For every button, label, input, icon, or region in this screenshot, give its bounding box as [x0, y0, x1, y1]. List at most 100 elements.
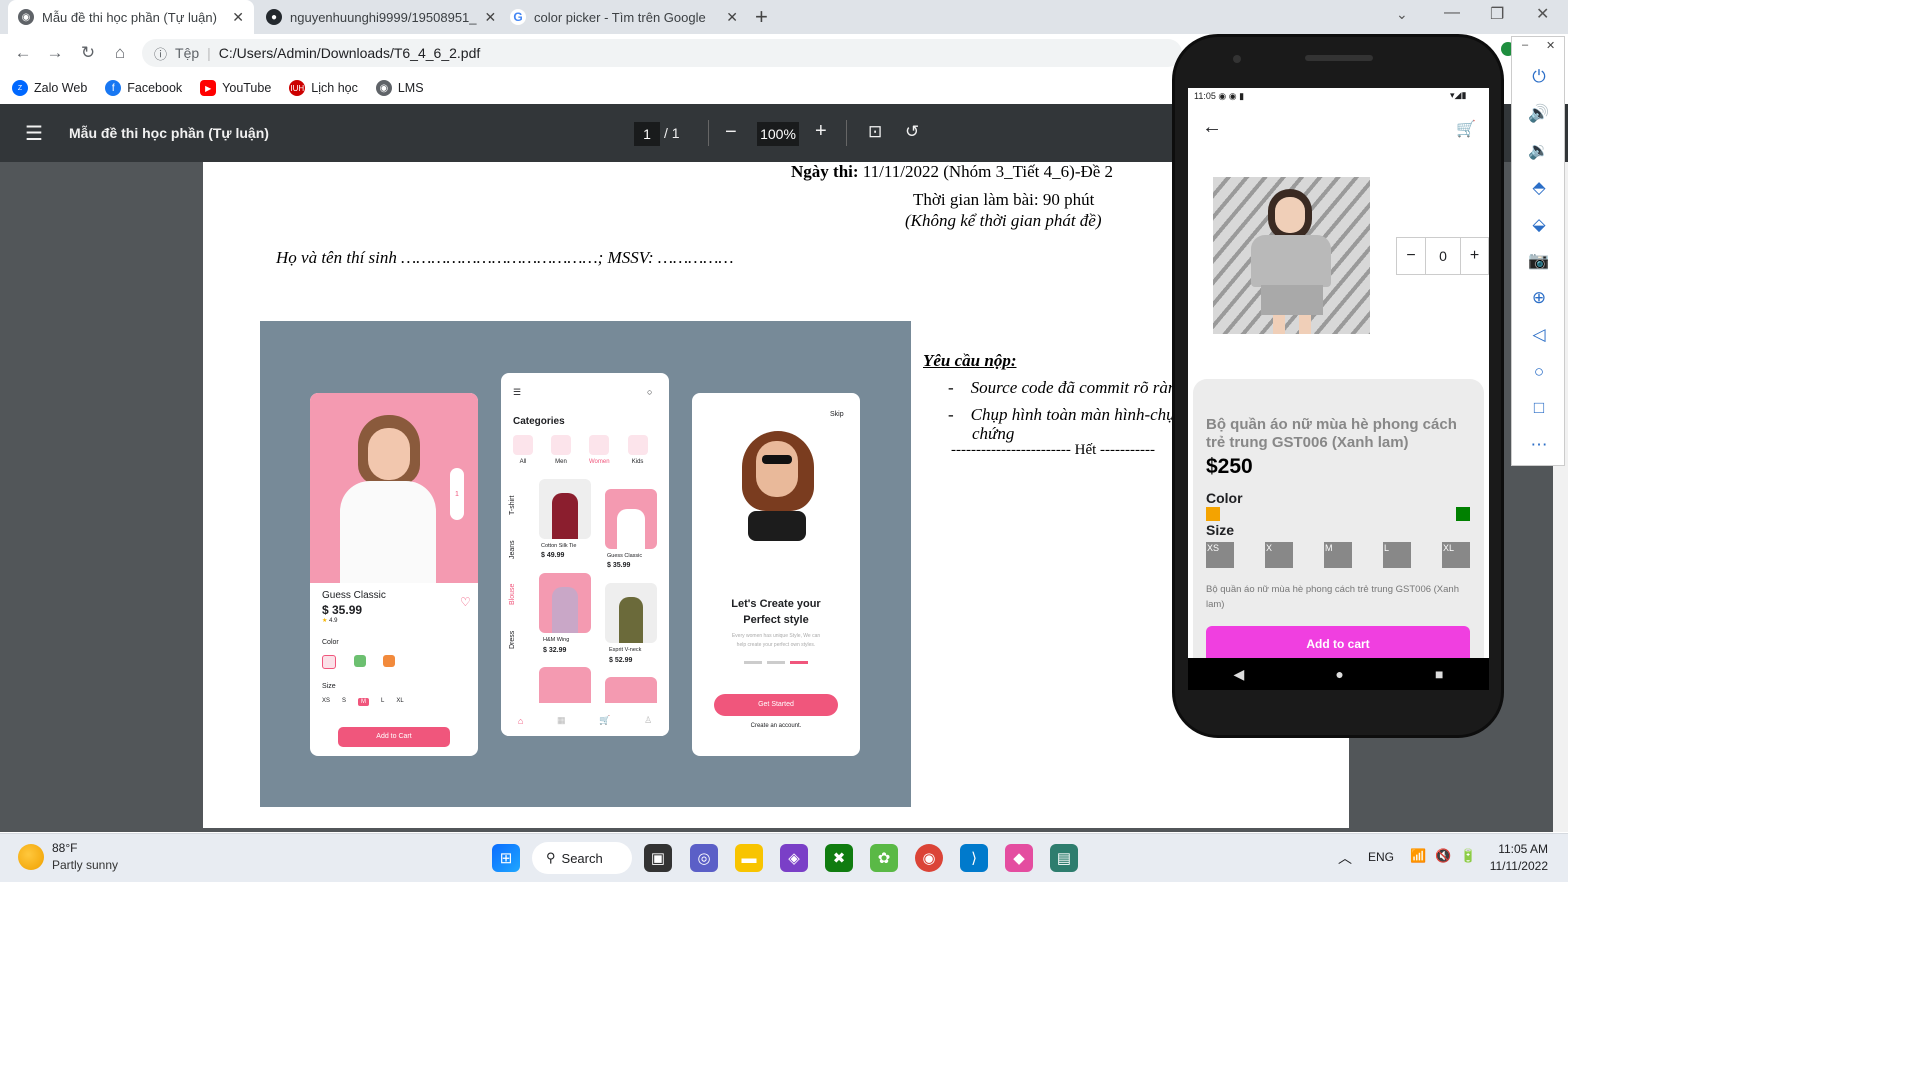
requirement-2-cont: chứng [972, 424, 1015, 443]
overview-icon[interactable]: □ [1512, 398, 1566, 418]
android-studio-icon[interactable]: ▤ [1050, 844, 1078, 872]
nav-recents-icon[interactable]: ■ [1435, 666, 1443, 682]
window-close-button[interactable]: ✕ [1536, 4, 1549, 24]
mock-subtitle: Every women has unique Style, We can [731, 633, 821, 639]
address-bar[interactable]: ⓘ Tệp | C:/Users/Admin/Downloads/T6_4_6_… [142, 39, 1182, 67]
vscode-icon[interactable]: ⟩ [960, 844, 988, 872]
volume-up-icon[interactable]: 🔊 [1512, 104, 1566, 124]
qty-input[interactable]: 0 [1425, 238, 1461, 274]
bookmark-lichhoc[interactable]: IUH Lịch học [289, 80, 358, 96]
rotate-icon[interactable]: ↺ [905, 122, 919, 142]
back-icon[interactable]: ◁ [1512, 325, 1566, 345]
close-icon[interactable]: ✕ [1546, 39, 1555, 52]
home-icon[interactable]: ○ [1512, 362, 1566, 382]
mock-rating: ★ 4.9 [322, 618, 338, 624]
size-m[interactable]: M [1324, 542, 1352, 568]
fit-page-icon[interactable]: ⊡ [868, 122, 882, 142]
zoom-input[interactable]: 100% [757, 122, 799, 146]
menu-icon[interactable]: ☰ [25, 121, 43, 146]
battery-icon[interactable]: 🔋 [1460, 848, 1476, 864]
weather-icon[interactable] [18, 844, 44, 870]
bookmark-label: LMS [397, 81, 424, 95]
mock-get-started: Get Started [714, 694, 838, 716]
speaker [1305, 55, 1373, 61]
clock-time[interactable]: 11:05 AM [1496, 842, 1548, 856]
volume-icon[interactable]: 🔇 [1435, 848, 1451, 864]
mock-side-tab: Blouse [509, 583, 516, 605]
minimize-icon[interactable]: – [1522, 39, 1528, 51]
mock-size-row: XS S M L XL [322, 698, 404, 706]
power-icon[interactable]: ⏻ [1512, 67, 1566, 87]
swatch-green [354, 655, 366, 667]
swatch-green[interactable] [1456, 507, 1470, 521]
back-arrow-icon[interactable]: ← [1202, 116, 1222, 139]
mock-search-icon: ○ [647, 387, 653, 397]
mock-product-name: Guess Classic [322, 590, 386, 601]
xbox-icon[interactable]: ✖ [825, 844, 853, 872]
size-xs[interactable]: XS [1206, 542, 1234, 568]
divider [708, 120, 709, 146]
more-icon[interactable]: ⋯ [1512, 435, 1566, 455]
zoom-icon[interactable]: ⊕ [1512, 288, 1566, 308]
mock-item-price: $ 52.99 [609, 657, 633, 664]
bookmark-lms[interactable]: ◉ LMS [375, 80, 424, 96]
rotate-left-icon[interactable]: ⬘ [1512, 178, 1566, 198]
tab-search-icon[interactable]: ⌄ [1396, 6, 1408, 23]
close-icon[interactable]: ✕ [485, 9, 497, 26]
iuh-icon: IUH [289, 80, 306, 96]
cart-icon[interactable]: 🛒 [1456, 119, 1476, 139]
weather-temp[interactable]: 88°F [52, 841, 77, 855]
forward-icon[interactable]: → [44, 42, 66, 64]
product-title: Bộ quần áo nữ mùa hè phong cách trẻ trun… [1206, 416, 1457, 451]
clock-date[interactable]: 11/11/2022 [1488, 859, 1548, 873]
close-icon[interactable]: ✕ [726, 9, 738, 26]
home-icon[interactable]: ⌂ [109, 42, 131, 64]
chrome-icon[interactable]: ◉ [915, 844, 943, 872]
zoom-out-icon[interactable]: − [725, 121, 737, 144]
wifi-icon[interactable]: 📶 [1410, 848, 1426, 864]
figma-icon[interactable]: ◆ [1005, 844, 1033, 872]
mock-skip: Skip [830, 411, 844, 418]
bookmark-label: YouTube [222, 81, 272, 95]
requirement-1: - Source code đã commit rõ ràng [948, 378, 1185, 397]
mock-menu-icon: ☰ [513, 387, 522, 397]
increment-button[interactable]: + [1461, 238, 1488, 274]
teams-icon[interactable]: ◎ [690, 844, 718, 872]
decrement-button[interactable]: − [1397, 238, 1425, 274]
new-tab-button[interactable]: + [755, 4, 768, 30]
bookmark-zalo[interactable]: Z Zalo Web [12, 80, 87, 96]
url-text[interactable]: C:/Users/Admin/Downloads/T6_4_6_2.pdf [219, 45, 480, 61]
task-view-icon[interactable]: ▣ [644, 844, 672, 872]
nav-home-icon[interactable]: ● [1335, 666, 1343, 682]
size-l[interactable]: L [1383, 542, 1411, 568]
maximize-button[interactable]: ❐ [1490, 4, 1504, 24]
tab-github[interactable]: ● nguyenhuunghi9999/19508951_ ✕ [256, 0, 498, 34]
add-to-cart-button[interactable]: Add to cart [1206, 626, 1470, 658]
store-icon[interactable]: ◈ [780, 844, 808, 872]
camera-icon[interactable]: 📷 [1512, 251, 1566, 271]
taskbar-search[interactable]: ⚲ Search [532, 842, 632, 874]
weather-condition[interactable]: Partly sunny [52, 858, 118, 872]
back-icon[interactable]: ← [12, 42, 34, 64]
file-explorer-icon[interactable]: ▬ [735, 844, 763, 872]
language-indicator[interactable]: ENG [1368, 850, 1394, 864]
swatch-orange[interactable] [1206, 507, 1220, 521]
coccoc-icon[interactable]: ✿ [870, 844, 898, 872]
nav-back-icon[interactable]: ◀ [1234, 666, 1245, 683]
zoom-in-icon[interactable]: + [815, 120, 827, 143]
bookmark-youtube[interactable]: ▶ YouTube [200, 80, 271, 96]
reload-icon[interactable]: ↻ [77, 42, 99, 64]
tab-pdf[interactable]: ◉ Mẫu đề thi học phần (Tự luận) ✕ [8, 0, 254, 34]
tray-chevron-icon[interactable]: ︿ [1338, 848, 1352, 868]
minimize-button[interactable]: — [1444, 4, 1460, 22]
bookmark-facebook[interactable]: f Facebook [105, 80, 182, 96]
size-xl[interactable]: XL [1442, 542, 1470, 568]
page-dot [790, 661, 808, 664]
rotate-right-icon[interactable]: ⬙ [1512, 215, 1566, 235]
page-input[interactable]: 1 [634, 122, 660, 146]
tab-google[interactable]: G color picker - Tìm trên Google ✕ [500, 0, 748, 34]
size-x[interactable]: X [1265, 542, 1293, 568]
windows-start-icon[interactable]: ⊞ [492, 844, 520, 872]
volume-down-icon[interactable]: 🔉 [1512, 141, 1566, 161]
close-icon[interactable]: ✕ [232, 9, 244, 26]
